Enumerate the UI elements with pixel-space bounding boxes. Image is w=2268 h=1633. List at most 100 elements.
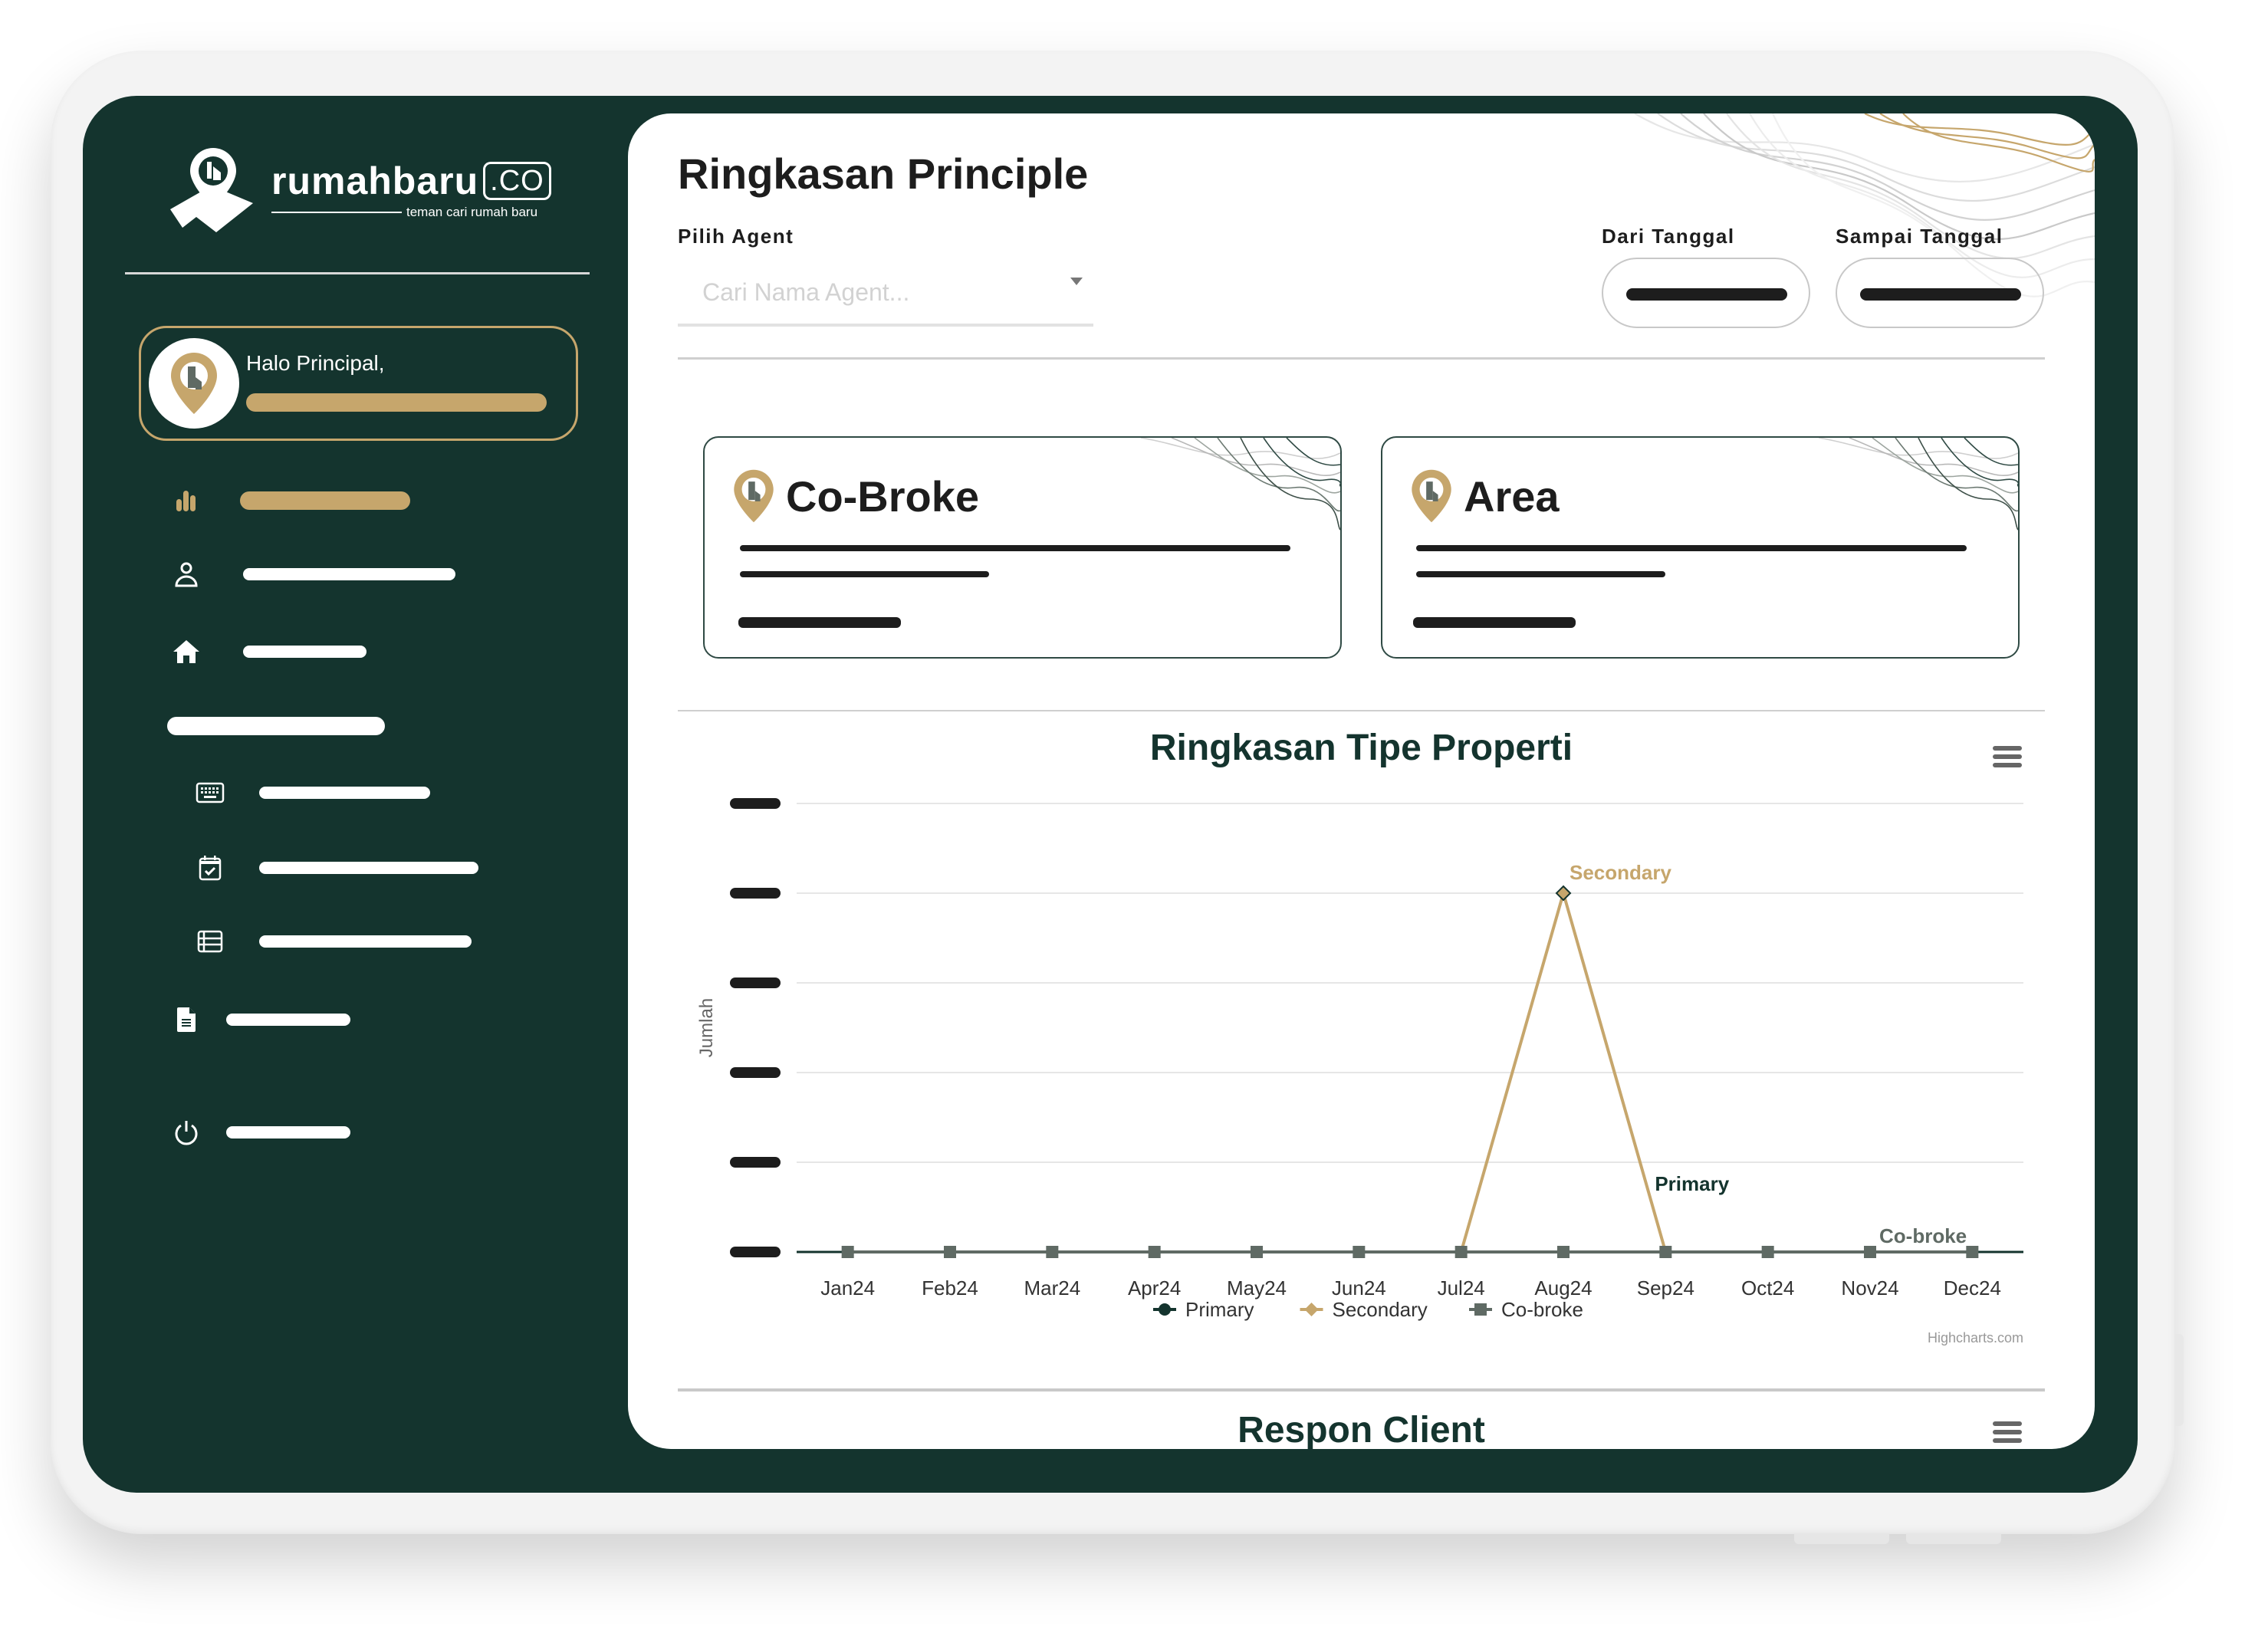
from-date-value-redacted [1626, 288, 1787, 301]
chart-svg: Jumlah Jan24 Feb24 Mar24 Apr24 May24 Jun24 Jul2… [696, 798, 2023, 1346]
tablet-bottom-button [1906, 1533, 2001, 1544]
gold-pin-icon [1412, 469, 1451, 523]
legend-item-primary[interactable]: Primary [1185, 1298, 1254, 1321]
brand-suffix: .CO [483, 162, 551, 200]
agent-label: Pilih Agent [678, 225, 794, 248]
page-title: Ringkasan Principle [678, 150, 1089, 198]
x-tick-label: Sep24 [1637, 1276, 1694, 1300]
card-value-redacted [738, 617, 901, 628]
sidebar-item-reports[interactable] [171, 1004, 350, 1035]
x-tick-label: Oct24 [1741, 1276, 1794, 1300]
x-tick-label: May24 [1227, 1276, 1287, 1300]
x-tick-label: Mar24 [1024, 1276, 1080, 1300]
data-point-co-broke [944, 1246, 956, 1258]
legend-marker [1159, 1303, 1171, 1316]
x-tick-label: Aug24 [1534, 1276, 1592, 1300]
property-type-chart: Ringkasan Tipe Properti Jumlah Jan24 Feb24… [678, 708, 2045, 1367]
data-point-co-broke [1251, 1246, 1263, 1258]
avatar [149, 338, 239, 429]
to-date-value-redacted [1860, 288, 2021, 301]
to-date-label: Sampai Tanggal [1836, 225, 2003, 248]
card-value-redacted [740, 571, 989, 577]
app-window: rumahbaru .CO teman cari rumah baru Halo… [83, 96, 2138, 1493]
data-point-co-broke [1966, 1246, 1979, 1258]
sidebar-item-label-redacted [243, 646, 366, 658]
x-tick-label: Jan24 [820, 1276, 875, 1300]
card-value-redacted [1416, 571, 1665, 577]
card-value-redacted [740, 545, 1290, 551]
respon-client-title: Respon Client [1238, 1410, 1485, 1449]
legend-item-co-broke[interactable]: Co-broke [1501, 1298, 1583, 1321]
document-icon [171, 1004, 202, 1035]
x-tick-label: Apr24 [1128, 1276, 1181, 1300]
gold-pin-icon [734, 469, 774, 523]
x-tick-label: Jun24 [1332, 1276, 1386, 1300]
sidebar-item-label-redacted [240, 491, 410, 510]
sidebar-section-header-redacted [167, 717, 385, 735]
card-decorative-waves [1141, 438, 1340, 531]
gold-pin-icon [171, 353, 217, 414]
x-tick-label: Nov24 [1841, 1276, 1898, 1300]
sidebar-item-label-redacted [226, 1014, 350, 1026]
main-content: Ringkasan Principle Pilih Agent Dari Tan… [628, 113, 2095, 1449]
brand-name: rumahbaru [271, 159, 479, 202]
data-point-co-broke [1557, 1246, 1570, 1258]
sidebar: rumahbaru .CO teman cari rumah baru Halo… [83, 96, 627, 1493]
respon-client-menu-button[interactable] [1993, 1421, 2022, 1446]
profile-card[interactable]: Halo Principal, [139, 326, 578, 441]
sidebar-item-label-redacted [259, 787, 430, 799]
greeting-text: Halo Principal, [246, 351, 385, 375]
from-date-label: Dari Tanggal [1602, 225, 1735, 248]
filter-divider [678, 357, 2045, 360]
agent-search-input[interactable] [678, 261, 1093, 324]
data-point-co-broke [841, 1246, 854, 1258]
agent-select[interactable] [678, 261, 1093, 327]
home-icon [171, 636, 202, 667]
data-point-co-broke [1761, 1246, 1774, 1258]
to-date-input[interactable] [1836, 258, 2044, 328]
data-point-co-broke [1353, 1246, 1366, 1258]
data-point-co-broke [1864, 1246, 1876, 1258]
user-icon [171, 559, 202, 590]
series-label-primary: Primary [1655, 1172, 1729, 1195]
sidebar-item-dashboard[interactable] [171, 485, 410, 516]
sidebar-subitem-schedule[interactable] [195, 853, 478, 883]
credits-link[interactable]: Highcharts.com [1928, 1330, 2023, 1346]
sidebar-item-profile[interactable] [171, 559, 455, 590]
legend-marker [1474, 1303, 1487, 1316]
sidebar-item-logout[interactable] [171, 1117, 350, 1148]
sidebar-item-properties[interactable] [171, 636, 366, 667]
power-icon [171, 1117, 202, 1148]
series-label-secondary: Secondary [1570, 861, 1671, 884]
y-tick-label-redacted [730, 1247, 781, 1257]
chevron-down-icon[interactable] [1070, 278, 1083, 285]
profile-name-redacted [246, 393, 547, 412]
map-pin-logo-icon [170, 148, 253, 232]
tagline-rule [271, 212, 402, 213]
sidebar-subitem-input[interactable] [195, 777, 430, 808]
card-value-redacted [1413, 617, 1576, 628]
sidebar-item-label-redacted [259, 935, 472, 948]
bar-chart-icon [171, 485, 202, 516]
y-tick-label-redacted [730, 888, 781, 899]
area-card[interactable]: Area [1381, 436, 2020, 659]
y-tick-label-redacted [730, 978, 781, 988]
from-date-input[interactable] [1602, 258, 1810, 328]
brand-logo[interactable]: rumahbaru .CO teman cari rumah baru [167, 143, 551, 235]
legend-marker [1304, 1303, 1319, 1316]
data-point-co-broke [1046, 1246, 1059, 1258]
sidebar-subitem-list[interactable] [195, 926, 472, 957]
sidebar-item-label-redacted [259, 862, 478, 874]
legend-item-secondary[interactable]: Secondary [1333, 1298, 1428, 1321]
list-icon [195, 926, 225, 957]
data-point-co-broke [1659, 1246, 1672, 1258]
x-tick-label: Jul24 [1438, 1276, 1485, 1300]
hamburger-icon [1993, 1421, 2022, 1426]
cobroke-card[interactable]: Co-Broke [703, 436, 1342, 659]
series-label-co-broke: Co-broke [1879, 1224, 1967, 1247]
calendar-check-icon [195, 853, 225, 883]
card-value-redacted [1416, 545, 1967, 551]
x-tick-label: Feb24 [922, 1276, 978, 1300]
x-tick-label: Dec24 [1944, 1276, 2001, 1300]
y-tick-label-redacted [730, 1157, 781, 1168]
